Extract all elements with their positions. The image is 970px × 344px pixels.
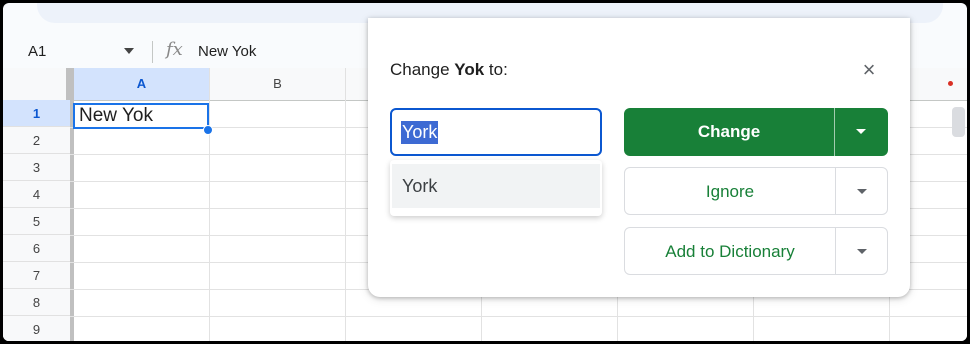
suggestion-input[interactable]: York [390, 108, 602, 156]
title-prefix: Change [390, 60, 455, 79]
name-box[interactable]: A1 [28, 43, 46, 60]
status-dot [948, 81, 953, 86]
row-header-6[interactable]: 6 [3, 235, 70, 262]
spell-check-dialog: Change Yok to: × York York Change Ignore… [368, 18, 910, 297]
add-to-dictionary-button[interactable]: Add to Dictionary [624, 227, 888, 275]
column-header-a[interactable]: A [74, 68, 210, 100]
divider [835, 228, 836, 274]
row-header-8[interactable]: 8 [3, 289, 70, 316]
title-suffix: to: [484, 60, 508, 79]
chevron-down-icon[interactable] [124, 48, 134, 54]
dialog-title: Change Yok to: [390, 60, 508, 80]
change-button[interactable]: Change [624, 108, 888, 156]
ignore-button[interactable]: Ignore [624, 167, 888, 215]
add-to-dictionary-label: Add to Dictionary [665, 242, 795, 261]
formula-input[interactable]: New Yok [198, 43, 256, 60]
row-header-5[interactable]: 5 [3, 208, 70, 235]
cell-a1[interactable]: New Yok [73, 103, 209, 129]
row-header-7[interactable]: 7 [3, 262, 70, 289]
suggestion-input-text: York [401, 121, 439, 144]
grid-line [345, 100, 346, 341]
fx-icon: fx [166, 39, 183, 60]
row-header-2[interactable]: 2 [3, 127, 70, 154]
row-header-1[interactable]: 1 [3, 100, 70, 127]
divider [152, 41, 153, 63]
chevron-down-icon[interactable] [857, 249, 867, 254]
grid-line [209, 100, 210, 341]
row-header-9[interactable]: 9 [3, 316, 70, 341]
grid-line [70, 316, 967, 317]
close-icon[interactable]: × [860, 59, 878, 81]
select-all-corner[interactable] [3, 68, 70, 100]
ignore-button-label: Ignore [705, 182, 755, 201]
suggestion-item[interactable]: York [392, 164, 600, 208]
fill-handle[interactable] [203, 125, 213, 135]
chevron-down-icon[interactable] [857, 189, 867, 194]
column-header-b[interactable]: B [210, 68, 346, 100]
chevron-down-icon[interactable] [856, 129, 866, 134]
vertical-scrollbar[interactable] [952, 107, 965, 137]
row-header-4[interactable]: 4 [3, 181, 70, 208]
spreadsheet-window: A1 fx New Yok A B 1 2 3 4 5 6 7 8 9 New … [3, 3, 967, 341]
misspelled-word: Yok [454, 60, 485, 79]
divider [834, 108, 835, 156]
change-button-label: Change [697, 122, 761, 141]
divider [835, 168, 836, 214]
row-header-3[interactable]: 3 [3, 154, 70, 181]
suggestion-list: York [390, 160, 602, 216]
